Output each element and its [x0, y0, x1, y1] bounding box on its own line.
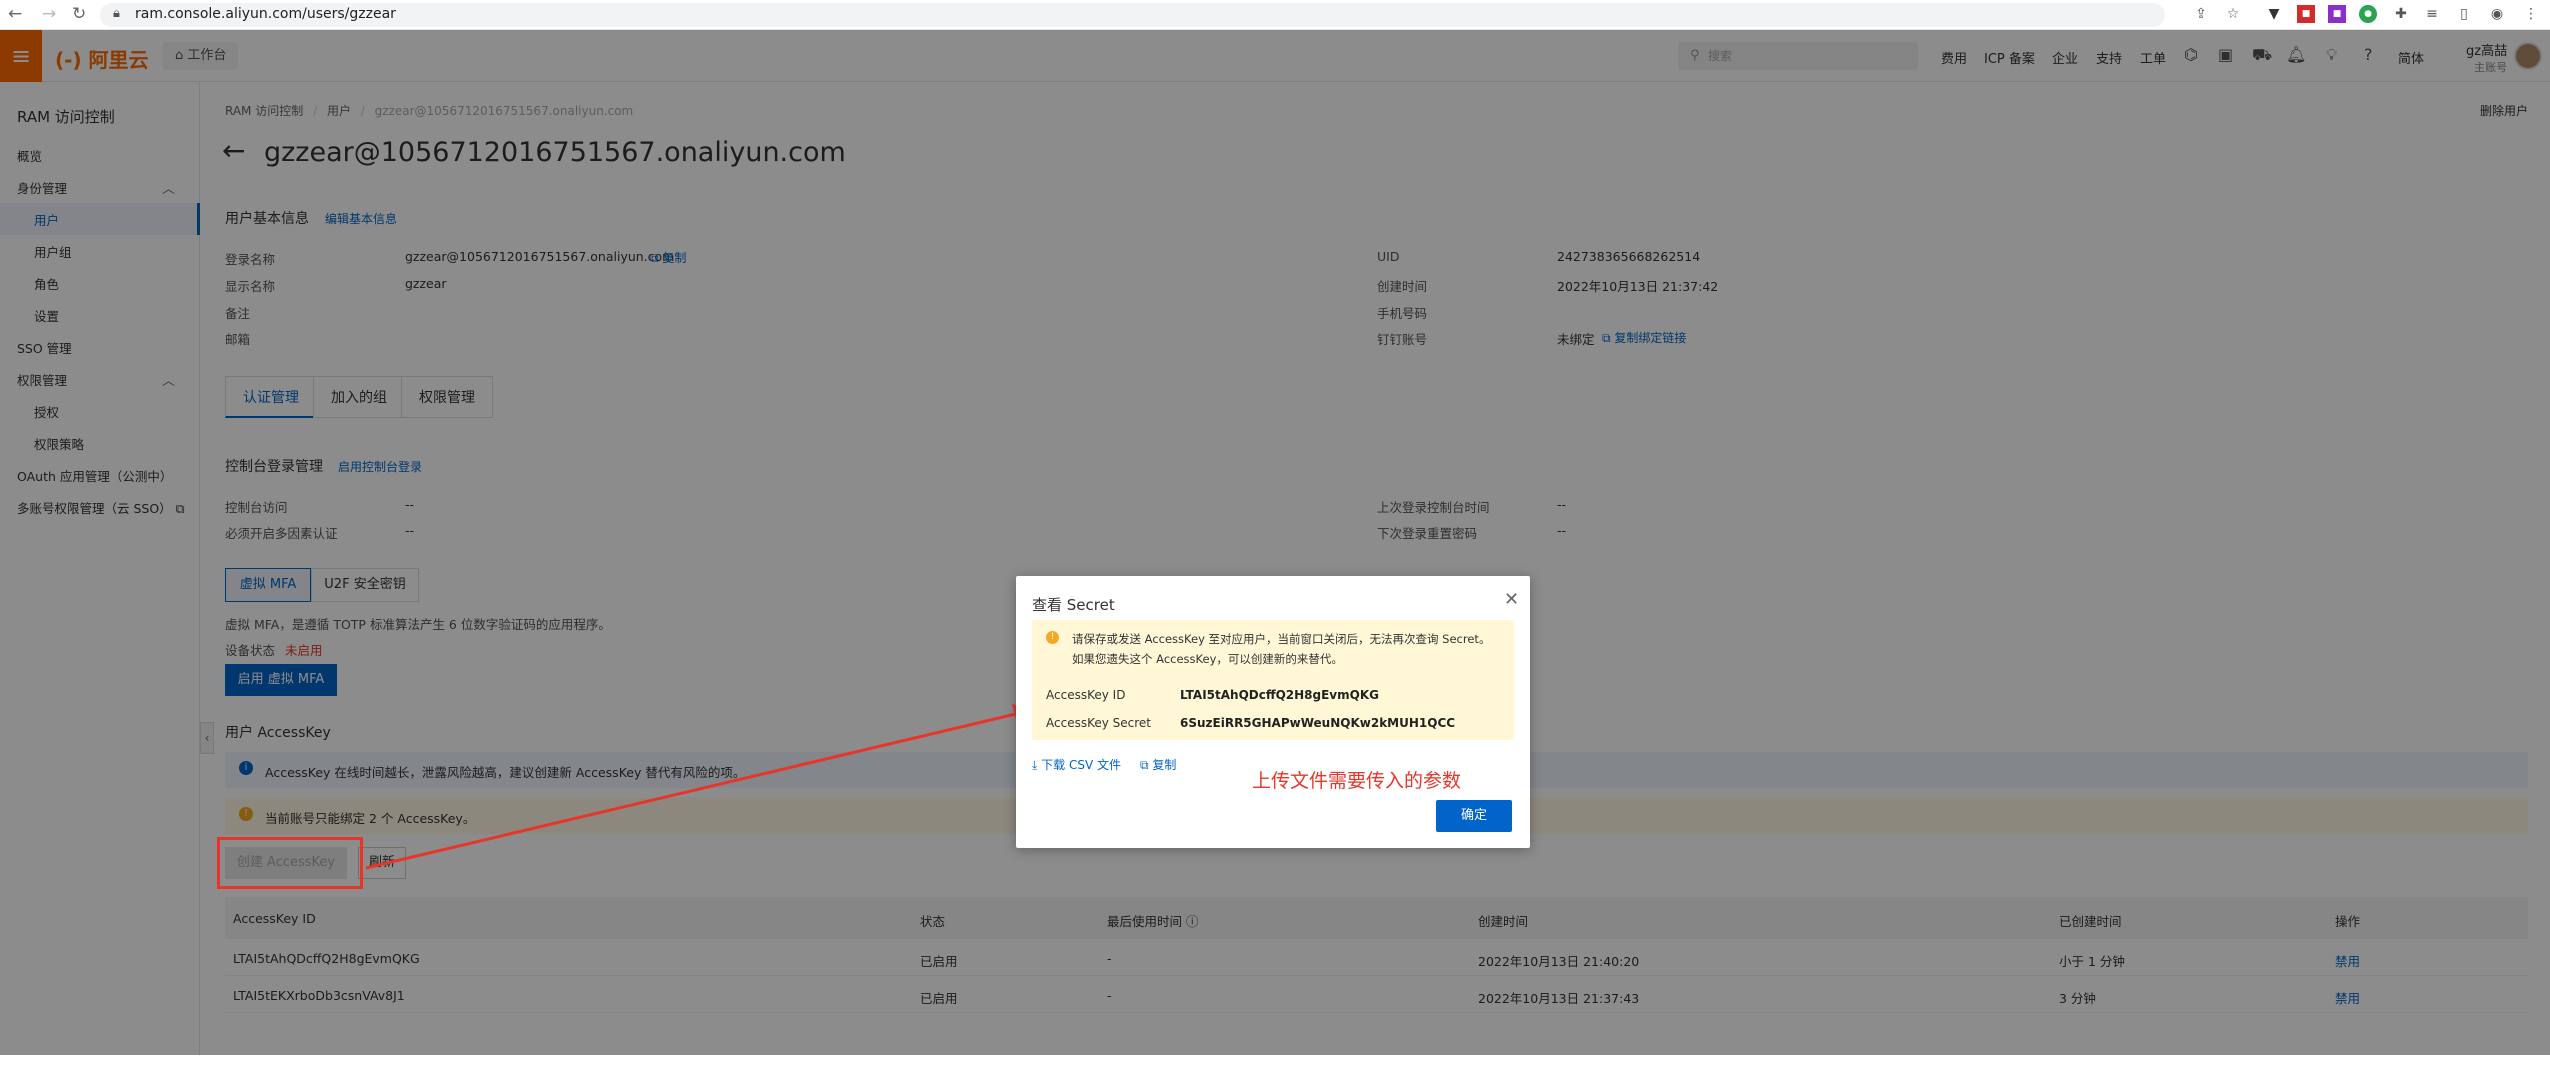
view-secret-dialog: 查看 Secret ✕ ! 请保存或发送 AccessKey 至对应用户，当前窗… [1016, 576, 1530, 848]
copy-label: 复制 [1152, 758, 1177, 772]
annotation-arrow [365, 704, 1036, 870]
accesskey-secret-value[interactable]: 6SuzEiRR5GHAPwWeuNQKw2kMUH1QCC [1180, 716, 1455, 730]
download-icon: ⤓ [1032, 758, 1038, 772]
annotation-text: 上传文件需要传入的参数 [1252, 770, 1462, 792]
field-label: AccessKey ID [1046, 688, 1126, 702]
field-label: AccessKey Secret [1046, 716, 1152, 730]
confirm-button[interactable]: 确定 [1436, 800, 1512, 832]
copy-secret-button[interactable]: ⧉ 复制 [1140, 756, 1176, 773]
download-label: 下载 CSV 文件 [1041, 758, 1121, 772]
download-csv-button[interactable]: ⤓ 下载 CSV 文件 [1032, 756, 1121, 773]
accesskey-id-value[interactable]: LTAI5tAhQDcffQ2H8gEvmQKG [1180, 688, 1379, 702]
dialog-title: 查看 Secret [1032, 596, 1115, 614]
secret-warning-panel: ! 请保存或发送 AccessKey 至对应用户，当前窗口关闭后，无法再次查询 … [1032, 620, 1514, 740]
close-icon[interactable]: ✕ [1504, 589, 1519, 610]
secret-warning-text: 请保存或发送 AccessKey 至对应用户，当前窗口关闭后，无法再次查询 Se… [1072, 632, 1491, 666]
copy-icon: ⧉ [1140, 758, 1149, 772]
warning-icon: ! [1046, 631, 1059, 644]
